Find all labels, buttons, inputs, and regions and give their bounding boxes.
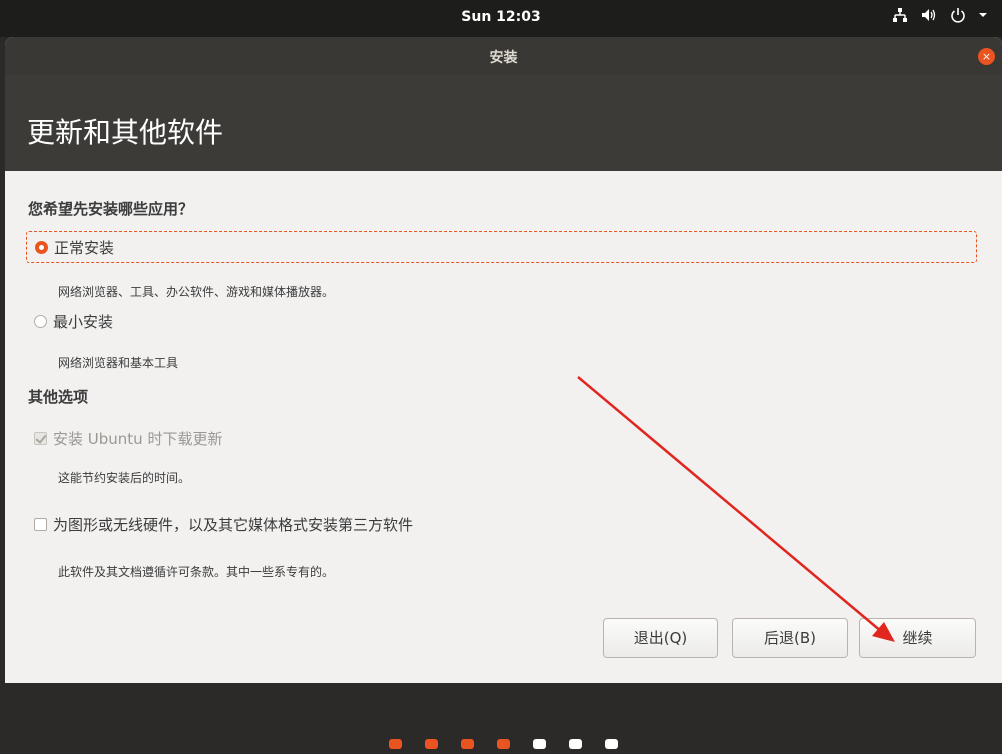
third-party-label[interactable]: 为图形或无线硬件，以及其它媒体格式安装第三方软件 (53, 514, 413, 535)
progress-dot (461, 739, 474, 749)
installer-window: 安装 × 更新和其他软件 您希望先安装哪些应用？ 正常安装 网络浏览器、工具、办… (5, 37, 1002, 754)
quit-button[interactable]: 退出(Q) (603, 618, 718, 658)
checkbox-unchecked-icon[interactable] (34, 518, 47, 531)
install-question: 您希望先安装哪些应用？ (28, 200, 194, 218)
minimal-install-option[interactable]: 最小安装 (34, 311, 113, 332)
progress-dot (497, 739, 510, 749)
clock[interactable]: Sun 12:03 (0, 9, 1002, 25)
network-icon[interactable] (892, 7, 908, 23)
progress-dots (5, 739, 1002, 749)
power-icon[interactable] (950, 7, 966, 23)
progress-footer (5, 683, 1002, 754)
back-button[interactable]: 后退(B) (732, 618, 848, 658)
minimal-install-desc: 网络浏览器和基本工具 (58, 356, 179, 370)
system-tray (892, 7, 988, 23)
download-updates-desc: 这能节约安装后的时间。 (58, 471, 191, 485)
progress-dot (389, 739, 402, 749)
page-header: 更新和其他软件 (5, 75, 1002, 171)
download-updates-label: 安装 Ubuntu 时下载更新 (53, 430, 223, 448)
checkbox-checked-disabled-icon (34, 432, 47, 445)
download-updates-option: 安装 Ubuntu 时下载更新 (34, 428, 222, 449)
normal-install-option[interactable]: 正常安装 (26, 231, 977, 263)
radio-selected-icon[interactable] (35, 240, 48, 254)
continue-button[interactable]: 继续 (859, 618, 976, 658)
volume-icon[interactable] (920, 7, 938, 23)
window-titlebar[interactable]: 安装 × (5, 37, 1002, 75)
page-title: 更新和其他软件 (27, 116, 224, 149)
normal-install-desc: 网络浏览器、工具、办公软件、游戏和媒体播放器。 (58, 285, 335, 299)
third-party-option[interactable]: 为图形或无线硬件，以及其它媒体格式安装第三方软件 (34, 514, 413, 535)
progress-dot (569, 739, 582, 749)
progress-dot (605, 739, 618, 749)
radio-unselected-icon[interactable] (34, 315, 47, 328)
third-party-desc: 此软件及其文档遵循许可条款。其中一些系专有的。 (58, 565, 335, 579)
close-button[interactable]: × (978, 48, 995, 65)
top-panel: Sun 12:03 (0, 0, 1002, 37)
normal-install-label[interactable]: 正常安装 (54, 237, 114, 258)
other-options-heading: 其他选项 (28, 388, 89, 406)
content-area: 您希望先安装哪些应用？ 正常安装 网络浏览器、工具、办公软件、游戏和媒体播放器。… (5, 171, 1002, 683)
window-title: 安装 (489, 50, 518, 66)
minimal-install-label[interactable]: 最小安装 (53, 311, 113, 332)
progress-dot (533, 739, 546, 749)
chevron-down-icon[interactable] (978, 10, 988, 20)
progress-dot (425, 739, 438, 749)
